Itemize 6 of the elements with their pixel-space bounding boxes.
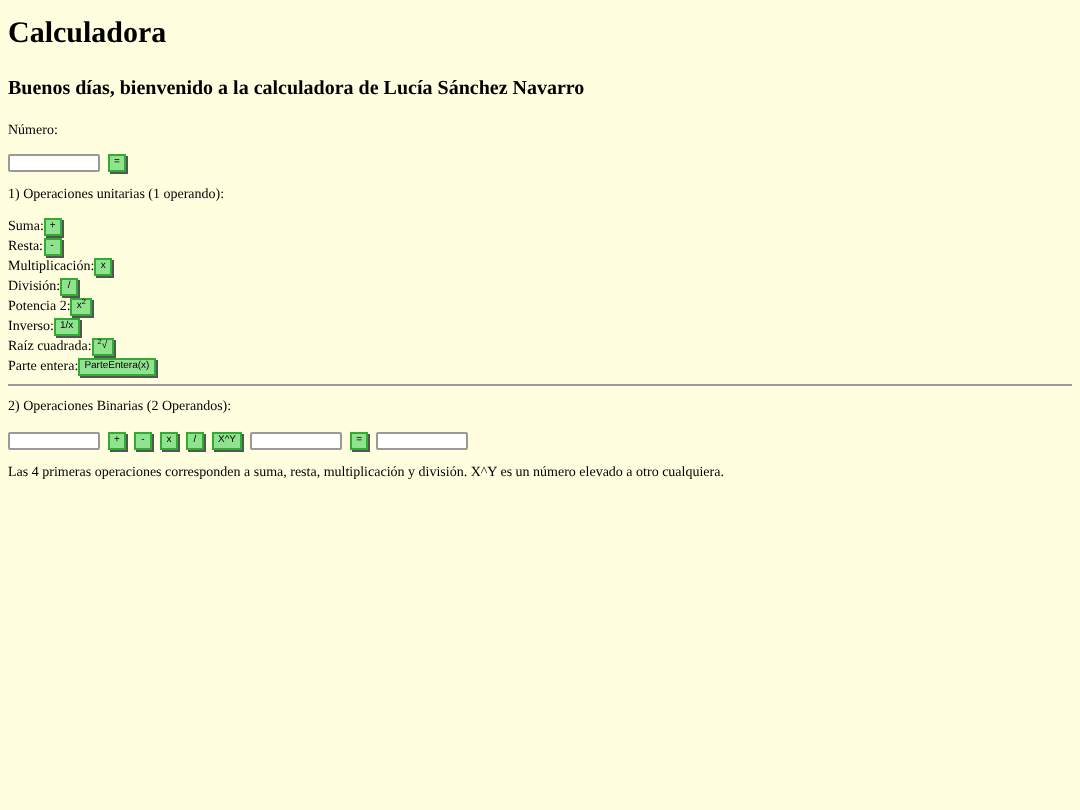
number-input[interactable] xyxy=(250,431,343,450)
result-field[interactable] xyxy=(376,431,469,450)
number-input[interactable] xyxy=(8,153,100,172)
page-title: Calculadora xyxy=(8,16,169,54)
number-input[interactable] xyxy=(8,431,100,450)
greeting-heading: Buenos días, bienvenido a la calculadora de Lucía Sánchez Navarro xyxy=(8,75,587,101)
